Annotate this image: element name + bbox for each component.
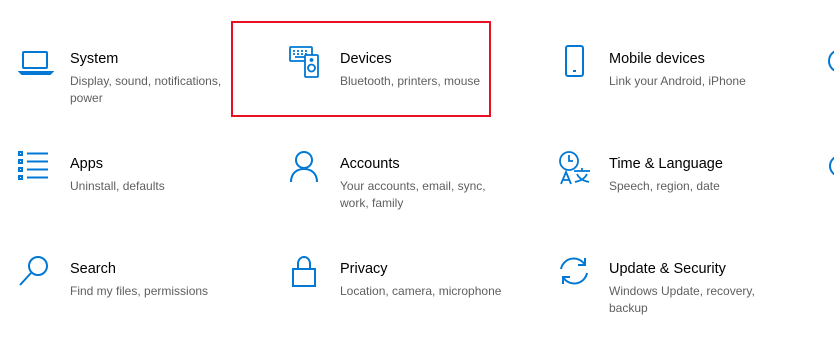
tile-description: Windows Update, recovery, backup xyxy=(609,284,755,315)
person-icon xyxy=(288,150,324,186)
search-icon xyxy=(18,255,54,291)
tile-search[interactable]: Search Find my files, permissions xyxy=(18,255,278,348)
tile-description: Location, camera, microphone xyxy=(340,284,502,298)
tile-title: Time & Language xyxy=(609,156,723,172)
time-language-icon xyxy=(557,150,593,186)
settings-grid: System Display, sound, notifications, po… xyxy=(0,0,834,348)
tile-description: Display, sound, notifications, power xyxy=(70,74,222,105)
tile-title: Mobile devices xyxy=(609,51,705,67)
devices-icon xyxy=(288,45,324,81)
tile-description: Bluetooth, printers, mouse xyxy=(340,74,481,88)
tile-apps[interactable]: Apps Uninstall, defaults xyxy=(18,150,278,245)
tile-title: Update & Security xyxy=(609,261,726,277)
phone-icon xyxy=(557,45,593,81)
tile-title: Privacy xyxy=(340,261,388,277)
partial-globe-icon xyxy=(826,45,834,81)
laptop-icon xyxy=(18,45,54,81)
lock-icon xyxy=(288,255,324,291)
tile-title: Accounts xyxy=(340,156,400,172)
tile-description: Link your Android, iPhone xyxy=(609,74,746,88)
apps-list-icon xyxy=(18,150,54,186)
tile-title: Apps xyxy=(70,156,104,172)
tile-devices[interactable]: Devices Bluetooth, printers, mouse xyxy=(288,45,548,140)
tile-system[interactable]: System Display, sound, notifications, po… xyxy=(18,45,278,140)
tile-description: Find my files, permissions xyxy=(70,284,209,298)
tile-title: Search xyxy=(70,261,116,277)
update-icon xyxy=(557,255,593,291)
tile-privacy[interactable]: Privacy Location, camera, microphone xyxy=(288,255,548,348)
tile-title: Devices xyxy=(340,51,392,67)
tile-accounts[interactable]: Accounts Your accounts, email, sync, wor… xyxy=(288,150,548,245)
tile-update-security[interactable]: Update & Security Windows Update, recove… xyxy=(557,255,817,348)
tile-title: System xyxy=(70,51,119,67)
tile-mobile-devices[interactable]: Mobile devices Link your Android, iPhone xyxy=(557,45,817,140)
tile-description: Your accounts, email, sync, work, family xyxy=(340,179,486,210)
tile-description: Uninstall, defaults xyxy=(70,179,165,193)
partial-gaming-icon xyxy=(826,150,834,186)
tile-time-language[interactable]: Time & Language Speech, region, date xyxy=(557,150,817,245)
tile-description: Speech, region, date xyxy=(609,179,720,193)
